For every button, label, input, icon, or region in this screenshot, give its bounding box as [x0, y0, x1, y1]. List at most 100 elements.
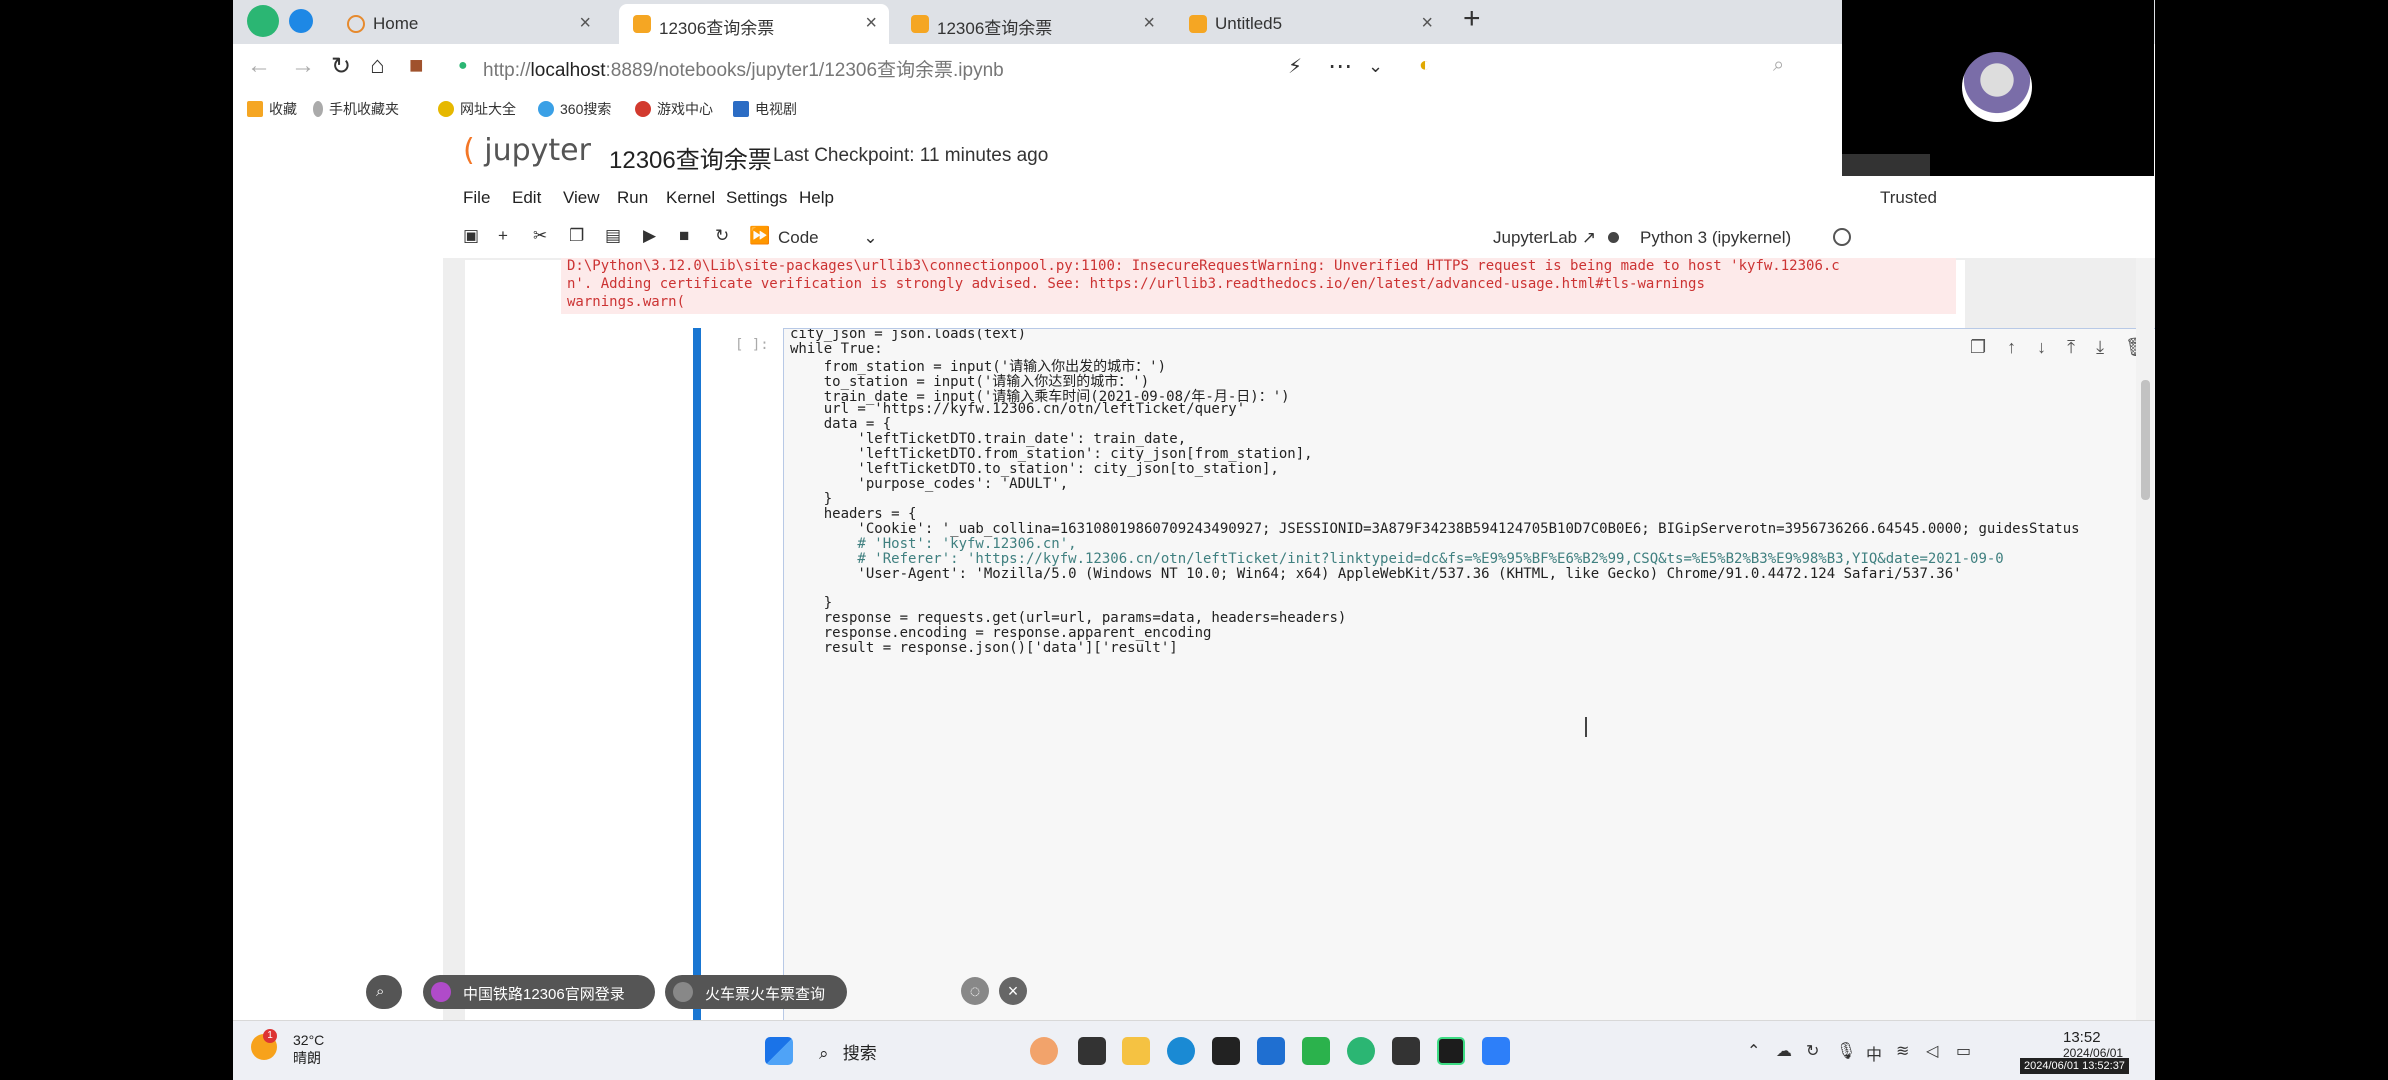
tab-untitled5[interactable]: Untitled5 ×: [1175, 4, 1445, 44]
url-field[interactable]: http://localhost:8889/notebooks/jupyter1…: [483, 55, 1004, 82]
restart-icon[interactable]: ↻: [715, 226, 729, 246]
move-down-icon[interactable]: ↓: [2037, 337, 2046, 357]
code-line: 'User-Agent': 'Mozilla/5.0 (Windows NT 1…: [790, 566, 1962, 582]
menu-help[interactable]: Help: [799, 188, 834, 208]
chevron-up-icon[interactable]: ⌃: [1747, 1041, 1760, 1061]
lightning-icon[interactable]: ⚡: [1288, 54, 1302, 79]
reload-icon[interactable]: ↻: [331, 52, 351, 81]
back-icon[interactable]: ←: [247, 52, 271, 80]
add-cell-icon[interactable]: +: [498, 226, 508, 246]
input-method[interactable]: 中: [1866, 1041, 1882, 1065]
extension-icon[interactable]: ■: [409, 52, 424, 80]
fast-forward-icon[interactable]: ⏩: [749, 226, 770, 246]
notebook-toolbar: ▣ + ✂ ❐ ▤ ▶ ■ ↻ ⏩ Code ⌄ JupyterLab ↗ Py…: [453, 224, 1953, 254]
wechat-icon[interactable]: [1302, 1037, 1330, 1065]
recording-timestamp: 2024/06/01 13:52:37: [2020, 1058, 2129, 1074]
move-up-icon[interactable]: ↑: [2007, 337, 2016, 357]
photos-icon[interactable]: [1482, 1037, 1510, 1065]
float-link-tickets[interactable]: 火车票火车票查询: [665, 975, 847, 1009]
jupyterlab-link[interactable]: JupyterLab ↗: [1493, 228, 1596, 248]
tab-home[interactable]: Home ×: [333, 4, 603, 44]
temperature: 32°C: [293, 1032, 325, 1048]
home-icon[interactable]: ⌂: [370, 52, 385, 80]
bookmark-label: 电视剧: [755, 101, 797, 117]
float-link-12306[interactable]: 中国铁路12306官网登录: [423, 975, 655, 1009]
chevron-down-icon[interactable]: ⌄: [1368, 56, 1383, 77]
insert-below-icon[interactable]: ⤓: [2096, 337, 2104, 357]
notebook-name[interactable]: 12306查询余票: [609, 140, 772, 175]
send-icon[interactable]: [289, 9, 313, 33]
weather-widget[interactable]: 32°C 晴朗: [293, 1031, 324, 1067]
store-icon[interactable]: [1257, 1037, 1285, 1065]
paste-icon[interactable]: ▤: [605, 226, 621, 246]
menu-edit[interactable]: Edit: [512, 188, 541, 208]
close-icon[interactable]: ×: [1143, 12, 1155, 35]
battery-icon[interactable]: ▭: [1956, 1041, 1971, 1061]
volume-icon[interactable]: ◁: [1926, 1041, 1938, 1061]
float-settings-button[interactable]: ◌: [961, 977, 989, 1005]
notification-badge: 1: [263, 1029, 277, 1043]
search-engine-icon[interactable]: ◐: [1419, 54, 1431, 77]
browser-360-icon[interactable]: [1347, 1037, 1375, 1065]
bookmark-games[interactable]: 游戏中心: [635, 99, 713, 119]
copy-icon[interactable]: ❐: [569, 226, 584, 246]
tab-12306[interactable]: 12306查询余票 ×: [897, 4, 1167, 44]
jupyter-logo[interactable]: ( jupyter: [463, 133, 591, 168]
scrollbar-thumb[interactable]: [2141, 380, 2150, 500]
duplicate-icon[interactable]: ❐: [1970, 337, 1986, 357]
pycharm-icon[interactable]: [1437, 1037, 1465, 1065]
webcam-overlay: [1842, 0, 2154, 176]
code-cell-editor[interactable]: ❐ ↑ ↓ ⤒ ⤓ 🗑 import requestsimport pandas…: [783, 328, 2155, 1030]
bookmark-mobile[interactable]: 手机收藏夹: [313, 99, 399, 119]
vertical-scrollbar[interactable]: [2136, 258, 2154, 1020]
code-line: result = response.json()['data']['result…: [790, 640, 1178, 656]
weather-desc: 晴朗: [293, 1050, 321, 1066]
kernel-name[interactable]: Python 3 (ipykernel): [1640, 228, 1791, 248]
menu-settings[interactable]: Settings: [726, 188, 787, 208]
save-icon[interactable]: ▣: [463, 226, 479, 246]
run-icon[interactable]: ▶: [643, 226, 656, 246]
bookmark-tv[interactable]: 电视剧: [733, 99, 797, 119]
stop-icon[interactable]: ■: [679, 226, 689, 246]
tab-12306-active[interactable]: 12306查询余票 ×: [619, 4, 889, 44]
search-icon[interactable]: ⌕: [1773, 54, 1784, 77]
menu-file[interactable]: File: [463, 188, 490, 208]
cell-type-select[interactable]: Code ⌄: [778, 228, 878, 248]
capcut-icon[interactable]: [1212, 1037, 1240, 1065]
cloud-icon[interactable]: ☁: [1776, 1041, 1792, 1061]
forward-icon[interactable]: →: [291, 52, 315, 80]
close-icon[interactable]: ×: [1421, 12, 1433, 35]
menu-view[interactable]: View: [563, 188, 600, 208]
trusted-indicator[interactable]: Trusted: [1880, 188, 1937, 208]
close-icon[interactable]: ×: [579, 12, 591, 35]
windows-taskbar: 1 32°C 晴朗 ⌕ 搜索 ⌃ ☁ ↻ 🎙 中 ≋ ◁ ▭ 13:52 202…: [233, 1020, 2155, 1080]
insert-above-icon[interactable]: ⤒: [2067, 337, 2075, 357]
webcam-label: [1842, 154, 1930, 176]
taskbar-search[interactable]: ⌕ 搜索: [819, 1039, 877, 1064]
app-desktop-icon[interactable]: [1078, 1037, 1106, 1065]
browser-logo-icon[interactable]: [247, 5, 279, 37]
file-explorer-icon[interactable]: [1122, 1037, 1150, 1065]
menu-run[interactable]: Run: [617, 188, 648, 208]
menu-kernel[interactable]: Kernel: [666, 188, 715, 208]
start-icon[interactable]: [765, 1037, 793, 1065]
edge-icon[interactable]: [1167, 1037, 1195, 1065]
close-icon[interactable]: ×: [865, 12, 877, 35]
bookmark-favorites[interactable]: 收藏: [247, 99, 297, 119]
jupyterlab-label: JupyterLab: [1493, 228, 1578, 247]
float-close-button[interactable]: ×: [999, 977, 1027, 1005]
url-prefix: http://: [483, 60, 531, 81]
more-icon[interactable]: ⋯: [1328, 52, 1352, 81]
system-clock[interactable]: 13:52 2024/06/01: [2063, 1029, 2123, 1060]
float-search-button[interactable]: ⌕: [366, 975, 402, 1009]
sync-icon[interactable]: ↻: [1806, 1041, 1819, 1061]
wifi-icon[interactable]: ≋: [1896, 1041, 1909, 1061]
terminal-icon[interactable]: [1392, 1037, 1420, 1065]
new-tab-button[interactable]: +: [1463, 2, 1481, 36]
microphone-icon[interactable]: 🎙: [1836, 1041, 1856, 1061]
cut-icon[interactable]: ✂: [533, 226, 547, 246]
bookmark-sites[interactable]: 网址大全: [438, 99, 516, 119]
app-game-icon[interactable]: [1030, 1037, 1058, 1065]
float-link-label: 火车票火车票查询: [705, 986, 826, 1003]
bookmark-360[interactable]: 360搜索: [538, 99, 611, 119]
